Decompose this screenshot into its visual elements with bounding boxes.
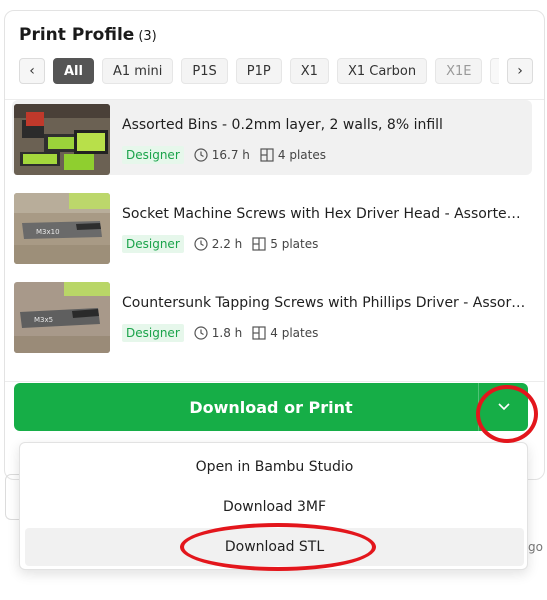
chip-a1-mini[interactable]: A1 mini [101,58,174,84]
profile-thumbnail: M3x5 [14,282,110,353]
chevron-right-icon: › [517,63,523,79]
print-profile-header: Print Profile (3) [19,25,157,45]
menu-item-open-in-bambu-studio[interactable]: Open in Bambu Studio [25,448,524,486]
plates-icon [252,326,266,340]
chevron-left-icon: ‹ [29,63,35,79]
plate-count: 4 plates [277,148,326,162]
chip-a1[interactable]: A1 [490,58,499,84]
clock-icon [194,326,208,340]
profile-thumbnail [14,104,110,175]
printer-filter-bar: ‹ All A1 mini P1S P1P X1 X1 Carbon X1E A… [19,58,533,84]
profile-title: Socket Machine Screws with Hex Driver He… [122,206,528,222]
plate-count: 5 plates [270,237,319,251]
plates-icon [252,237,266,251]
background-text: go [528,540,543,554]
profile-title: Assorted Bins - 0.2mm layer, 2 walls, 8%… [122,117,443,133]
chevron-down-icon [497,403,510,411]
profile-list: Assorted Bins - 0.2mm layer, 2 walls, 8%… [12,100,532,367]
profile-thumbnail: M3x10 [14,193,110,264]
download-dropdown-menu: Open in Bambu Studio Download 3MF Downlo… [19,442,528,570]
profile-meta: Designer 1.8 h 4 plates [122,324,318,342]
chip-x1e[interactable]: X1E [435,58,483,84]
print-time: 2.2 h [211,237,243,251]
profile-item[interactable]: M3x5 Countersunk Tapping Screws with Phi… [12,278,532,353]
profile-count: (3) [138,29,157,44]
plates-icon [260,148,274,162]
menu-item-download-stl[interactable]: Download STL [25,528,524,566]
download-label: Download or Print [189,397,353,417]
designer-badge: Designer [122,324,184,342]
chip-all[interactable]: All [53,58,94,84]
chip-p1p[interactable]: P1P [235,58,282,84]
plate-count: 4 plates [270,326,319,340]
chip-x1[interactable]: X1 [289,58,329,84]
print-time: 1.8 h [211,326,243,340]
profile-title: Countersunk Tapping Screws with Phillips… [122,295,528,311]
page-title: Print Profile [19,25,135,45]
chip-p1s[interactable]: P1S [181,58,228,84]
profile-item[interactable]: M3x10 Socket Machine Screws with Hex Dri… [12,189,532,264]
clock-icon [194,237,208,251]
profile-item[interactable]: Assorted Bins - 0.2mm layer, 2 walls, 8%… [12,100,532,175]
clock-icon [194,148,208,162]
chip-x1-carbon[interactable]: X1 Carbon [336,58,428,84]
profile-meta: Designer 16.7 h 4 plates [122,146,326,164]
thumb-label: M3x10 [36,228,60,236]
print-time: 16.7 h [211,148,250,162]
filter-prev-button[interactable]: ‹ [19,58,45,84]
download-options-toggle[interactable] [478,383,528,431]
thumb-label: M3x5 [34,316,53,324]
profile-meta: Designer 2.2 h 5 plates [122,235,318,253]
menu-item-download-3mf[interactable]: Download 3MF [25,488,524,526]
printer-chip-list: All A1 mini P1S P1P X1 X1 Carbon X1E A1 [53,58,499,84]
designer-badge: Designer [122,235,184,253]
designer-badge: Designer [122,146,184,164]
download-or-print-button[interactable]: Download or Print [14,383,528,431]
list-divider [5,381,544,382]
filter-next-button[interactable]: › [507,58,533,84]
